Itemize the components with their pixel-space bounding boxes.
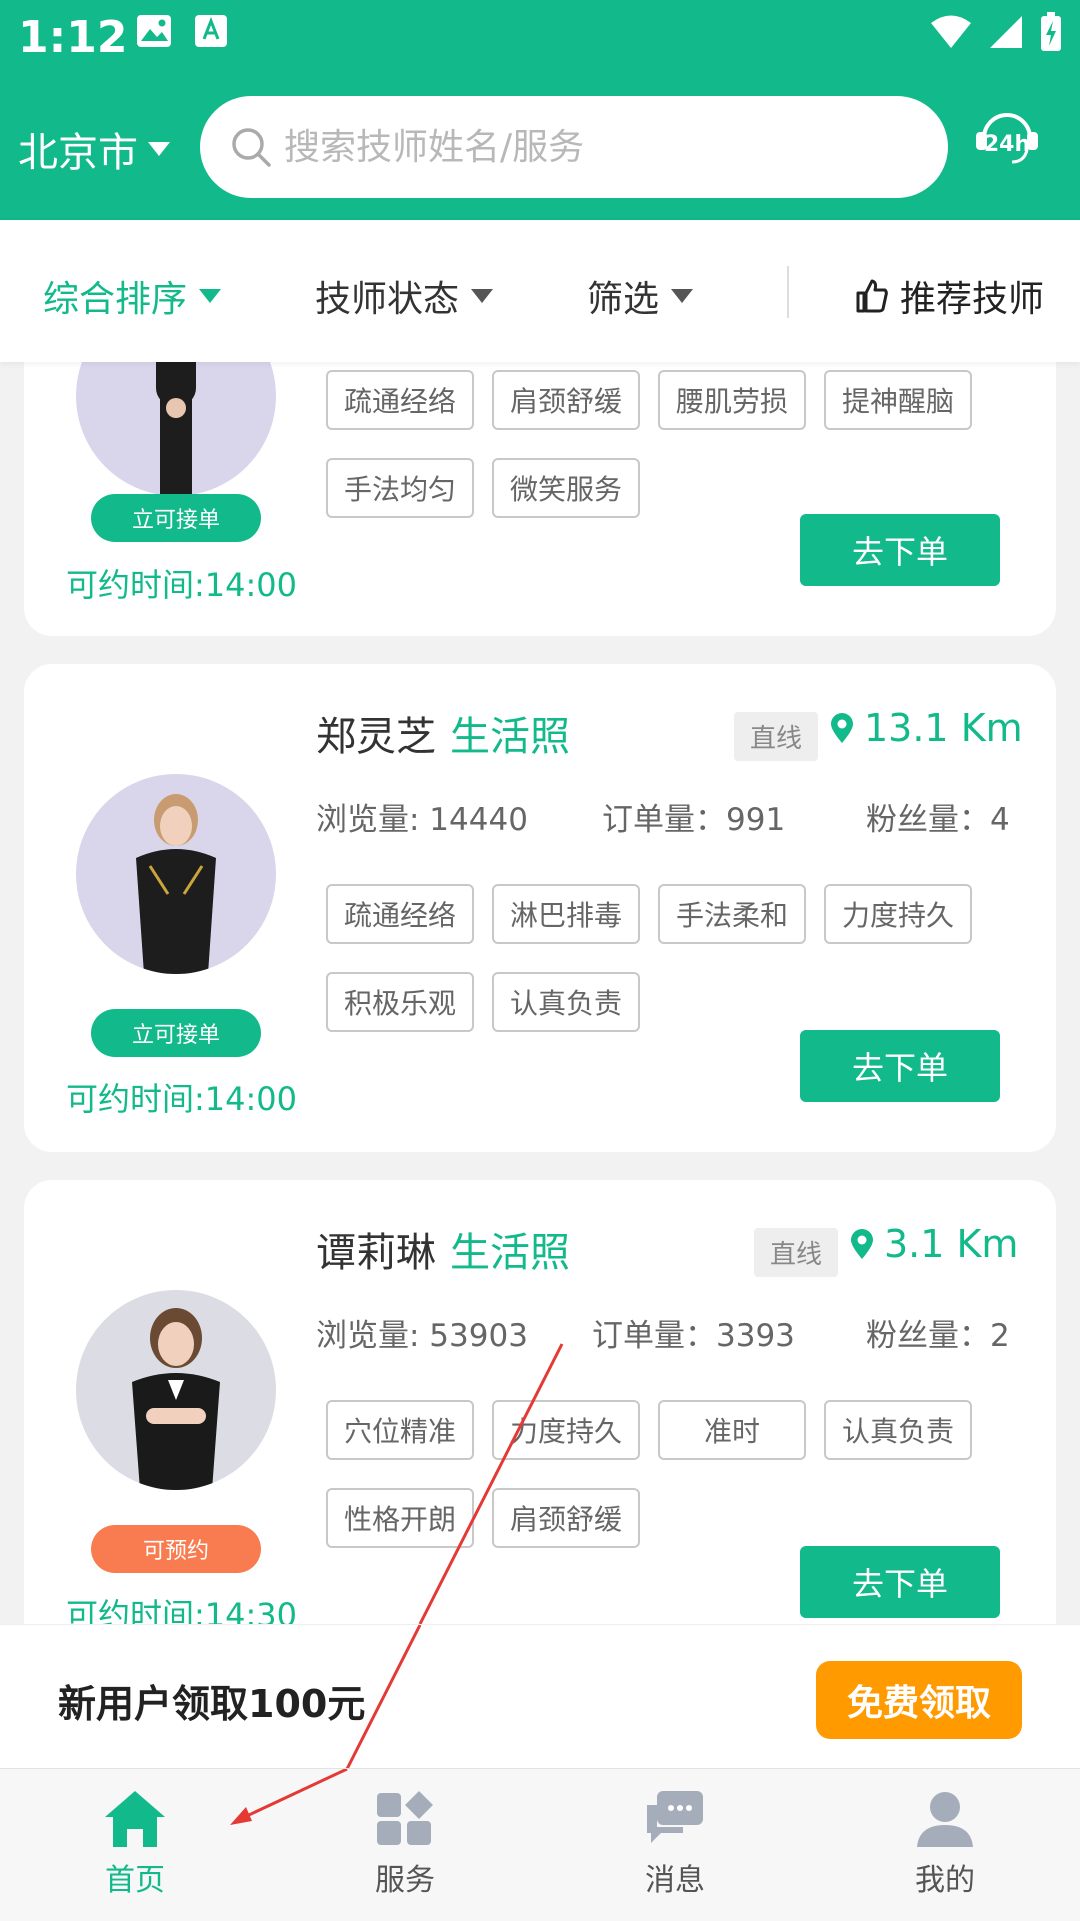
sort-filter[interactable]: 综合排序 [43, 270, 222, 322]
tab-service-label: 服务 [375, 1863, 435, 1898]
technician-list: 立可接单 可约时间:14:00 疏通经络 肩颈舒缓 腰肌劳损 提神醒脑 手法均匀… [0, 362, 1080, 1624]
image-icon [137, 15, 171, 47]
header: 北京市 24h [0, 74, 1080, 220]
status-notification-icons [136, 14, 228, 48]
text-app-icon [195, 15, 227, 47]
search-box[interactable] [200, 96, 948, 198]
search-input[interactable] [282, 125, 906, 169]
caret-down-icon [199, 289, 222, 303]
screen-filter-label: 筛选 [587, 279, 660, 320]
status-time: 1:12 [18, 12, 128, 63]
caret-down-icon [471, 289, 494, 303]
city-selector[interactable]: 北京市 [18, 120, 170, 178]
status-bar: 1:12 [0, 0, 1080, 74]
caret-down-icon [148, 142, 170, 156]
screen-filter[interactable]: 筛选 [587, 270, 694, 322]
svg-text:24h: 24h [984, 132, 1030, 157]
tab-mine-label: 我的 [915, 1863, 975, 1898]
filter-divider [787, 266, 789, 318]
sort-filter-label: 综合排序 [43, 279, 188, 320]
filter-bar: 综合排序 技师状态 筛选 推荐技师 [0, 220, 1080, 362]
tab-service[interactable]: 服务 [335, 1789, 475, 1899]
caret-down-icon [671, 289, 694, 303]
signal-icon [990, 16, 1022, 48]
status-filter[interactable]: 技师状态 [315, 270, 494, 322]
battery-icon [1041, 12, 1061, 51]
message-icon [647, 1791, 703, 1843]
city-label: 北京市 [18, 130, 138, 176]
annotation-arrow-segment [345, 1625, 422, 1769]
thumbs-up-icon [856, 279, 888, 313]
tab-message[interactable]: 消息 [605, 1789, 745, 1899]
recommend-technician[interactable]: 推荐技师 [856, 270, 1044, 322]
annotation-arrow [418, 1343, 564, 1624]
status-system-icons [930, 12, 1062, 52]
status-filter-label: 技师状态 [315, 279, 460, 320]
tab-message-label: 消息 [645, 1863, 705, 1898]
home-icon [105, 1791, 165, 1847]
tab-home-label: 首页 [105, 1863, 165, 1898]
promo-bar: 新用户领取100元 免费领取 [0, 1624, 1080, 1769]
recommend-label: 推荐技师 [900, 279, 1045, 320]
tab-home[interactable]: 首页 [65, 1789, 205, 1899]
wifi-icon [931, 15, 971, 48]
search-icon [232, 128, 271, 167]
24h-service-icon[interactable]: 24h [972, 102, 1042, 180]
service-grid-icon [377, 1791, 433, 1845]
bottom-tab-bar: 首页 服务 消息 我的 [0, 1768, 1080, 1921]
user-icon [917, 1792, 973, 1847]
tab-mine[interactable]: 我的 [875, 1789, 1015, 1899]
